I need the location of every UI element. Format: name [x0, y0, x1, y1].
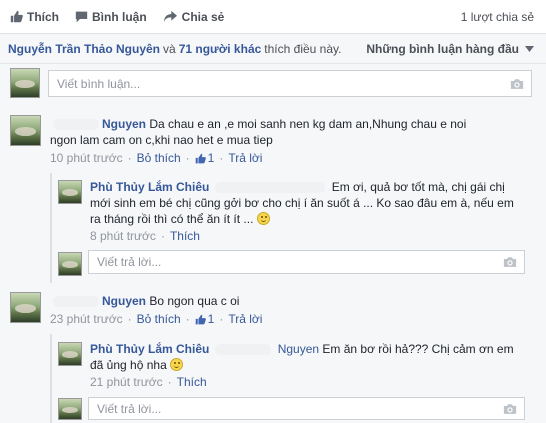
- sort-label: Những bình luận hàng đầu: [366, 42, 519, 56]
- reply-time[interactable]: 8 phút trước: [90, 229, 156, 243]
- reply-author-avatar[interactable]: [58, 342, 82, 366]
- caret-down-icon: [525, 46, 534, 52]
- reply-meta: 8 phút trước · Thích: [90, 229, 200, 243]
- divider: [0, 63, 546, 64]
- unlike-link[interactable]: Bỏ thích: [137, 312, 181, 326]
- reply-author-avatar[interactable]: [58, 180, 82, 204]
- comment-text: Bo ngon qua c oi: [149, 294, 240, 308]
- commenter-avatar[interactable]: [10, 115, 41, 146]
- comment-like-count[interactable]: 1: [195, 312, 215, 326]
- redacted-name: [53, 119, 99, 131]
- comment-action[interactable]: Bình luận: [75, 10, 147, 24]
- share-action-label: Chia sẻ: [181, 9, 225, 24]
- post-action-bar: Thích Bình luận Chia sẻ 1 lượt chia sẻ: [0, 0, 546, 34]
- comment-body: Nguyen Da chau e an ,e moi sanh nen kg d…: [50, 116, 490, 148]
- thumbs-up-icon: [10, 10, 23, 23]
- likes-suffix: thích điều này.: [264, 42, 342, 56]
- smiley-emoji-icon: [256, 212, 270, 225]
- current-user-avatar[interactable]: [10, 68, 40, 98]
- reply-author[interactable]: Phù Thủy Lắm Chiêu: [90, 180, 209, 194]
- reply-link[interactable]: Trả lời: [228, 312, 262, 326]
- reply-meta: 21 phút trước · Thích: [90, 375, 207, 389]
- like-thumb-icon: [195, 153, 206, 163]
- comment-meta: 23 phút trước · Bỏ thích · 1 · Trả lời: [50, 312, 263, 326]
- smiley-emoji-icon: [170, 358, 184, 371]
- reply-body: Phù Thủy Lắm Chiêu Em ơi, quả bơ tốt mà,…: [90, 179, 522, 227]
- like-count-value: 1: [207, 312, 215, 326]
- current-user-avatar[interactable]: [58, 252, 82, 276]
- reply-input[interactable]: Viết trả lời...: [88, 397, 525, 420]
- reply-mention[interactable]: Nguyen: [278, 342, 319, 356]
- comment-input[interactable]: Viết bình luận...: [48, 70, 532, 97]
- reply-time[interactable]: 21 phút trước: [90, 375, 163, 389]
- redacted-name: [53, 296, 99, 308]
- reply-input[interactable]: Viết trả lời...: [88, 250, 525, 274]
- like-action-label: Thích: [27, 9, 59, 24]
- redacted-name: [215, 344, 272, 356]
- other-likers-link[interactable]: 71 người khác: [179, 42, 262, 56]
- comment-input-placeholder: Viết bình luận...: [57, 76, 141, 91]
- reply-input-placeholder: Viết trả lời...: [97, 255, 162, 269]
- unlike-link[interactable]: Bỏ thích: [137, 151, 181, 165]
- comment-sort-dropdown[interactable]: Những bình luận hàng đầu: [366, 42, 534, 56]
- reply-link[interactable]: Trả lời: [228, 151, 262, 165]
- redacted-name: [215, 182, 326, 194]
- share-count[interactable]: 1 lượt chia sẻ: [461, 10, 534, 24]
- camera-icon[interactable]: [510, 78, 524, 90]
- camera-icon[interactable]: [503, 256, 517, 268]
- liker-name[interactable]: Nguyễn Trần Thảo Nguyên: [8, 42, 160, 56]
- reply-like-link[interactable]: Thích: [170, 229, 200, 243]
- commenter-avatar[interactable]: [10, 292, 41, 323]
- likes-conj: và: [163, 42, 176, 56]
- comment-meta: 10 phút trước · Bỏ thích · 1 · Trả lời: [50, 151, 263, 165]
- reply-like-link[interactable]: Thích: [177, 375, 207, 389]
- comment-time[interactable]: 10 phút trước: [50, 151, 123, 165]
- likes-summary: Nguyễn Trần Thảo Nguyên và 71 người khác…: [8, 40, 534, 58]
- comment-action-label: Bình luận: [92, 9, 147, 24]
- share-action[interactable]: Chia sẻ: [163, 9, 225, 24]
- reply-author[interactable]: Phù Thủy Lắm Chiêu: [90, 342, 209, 356]
- comment-author[interactable]: Nguyen: [102, 117, 146, 131]
- like-action[interactable]: Thích: [10, 10, 59, 24]
- comment-like-count[interactable]: 1: [195, 151, 215, 165]
- camera-icon[interactable]: [503, 403, 517, 415]
- reply-input-placeholder: Viết trả lời...: [97, 401, 162, 416]
- comment-body: Nguyen Bo ngon qua c oi: [50, 293, 490, 309]
- like-count-value: 1: [207, 151, 215, 165]
- reply-body: Phù Thủy Lắm Chiêu Nguyen Em ăn bơ rồi h…: [90, 341, 522, 373]
- comment-author[interactable]: Nguyen: [102, 294, 146, 308]
- like-thumb-icon: [195, 314, 206, 324]
- comment-time[interactable]: 23 phút trước: [50, 312, 123, 326]
- share-arrow-icon: [163, 10, 177, 23]
- current-user-avatar[interactable]: [58, 398, 82, 420]
- comment-icon: [75, 11, 88, 23]
